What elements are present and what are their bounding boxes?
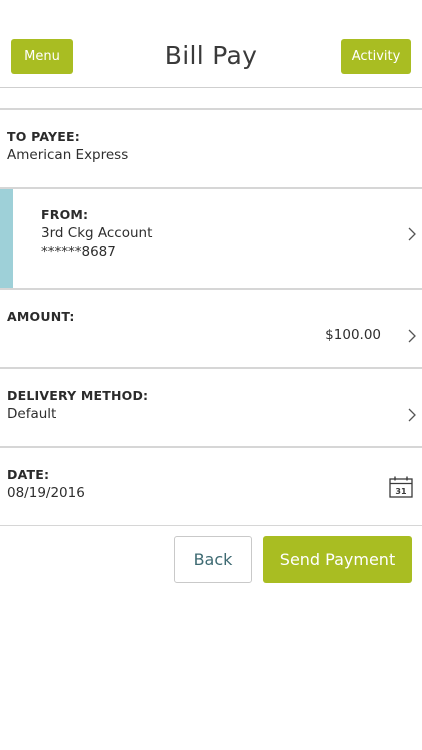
payee-value: American Express: [7, 147, 129, 163]
calendar-icon[interactable]: 31: [389, 476, 413, 498]
from-account-name: 3rd Ckg Account: [41, 225, 153, 241]
chevron-right-icon[interactable]: [408, 408, 416, 422]
chevron-right-icon[interactable]: [408, 329, 416, 343]
payee-row: TO PAYEE: American Express: [0, 110, 422, 189]
chevron-right-icon[interactable]: [408, 227, 416, 241]
from-account-number: ******8687: [41, 244, 116, 260]
from-accent-bar: [0, 189, 13, 288]
amount-row[interactable]: AMOUNT: $100.00: [0, 290, 422, 369]
from-account-row[interactable]: FROM: 3rd Ckg Account ******8687: [0, 189, 422, 290]
from-label: FROM:: [41, 207, 89, 222]
send-payment-button[interactable]: Send Payment: [263, 536, 412, 583]
activity-button[interactable]: Activity: [341, 39, 411, 74]
payee-label: TO PAYEE:: [7, 129, 80, 144]
date-label: DATE:: [7, 467, 50, 482]
amount-label: AMOUNT:: [7, 309, 75, 324]
date-row[interactable]: DATE: 08/19/2016: [0, 448, 422, 526]
date-value: 08/19/2016: [7, 485, 85, 501]
delivery-value: Default: [7, 406, 57, 422]
back-button[interactable]: Back: [174, 536, 252, 583]
calendar-day: 31: [395, 487, 407, 496]
delivery-label: DELIVERY METHOD:: [7, 388, 149, 403]
delivery-method-row[interactable]: DELIVERY METHOD: Default: [0, 369, 422, 448]
app-header: Menu Bill Pay Activity: [0, 0, 422, 88]
amount-value: $100.00: [325, 327, 381, 343]
